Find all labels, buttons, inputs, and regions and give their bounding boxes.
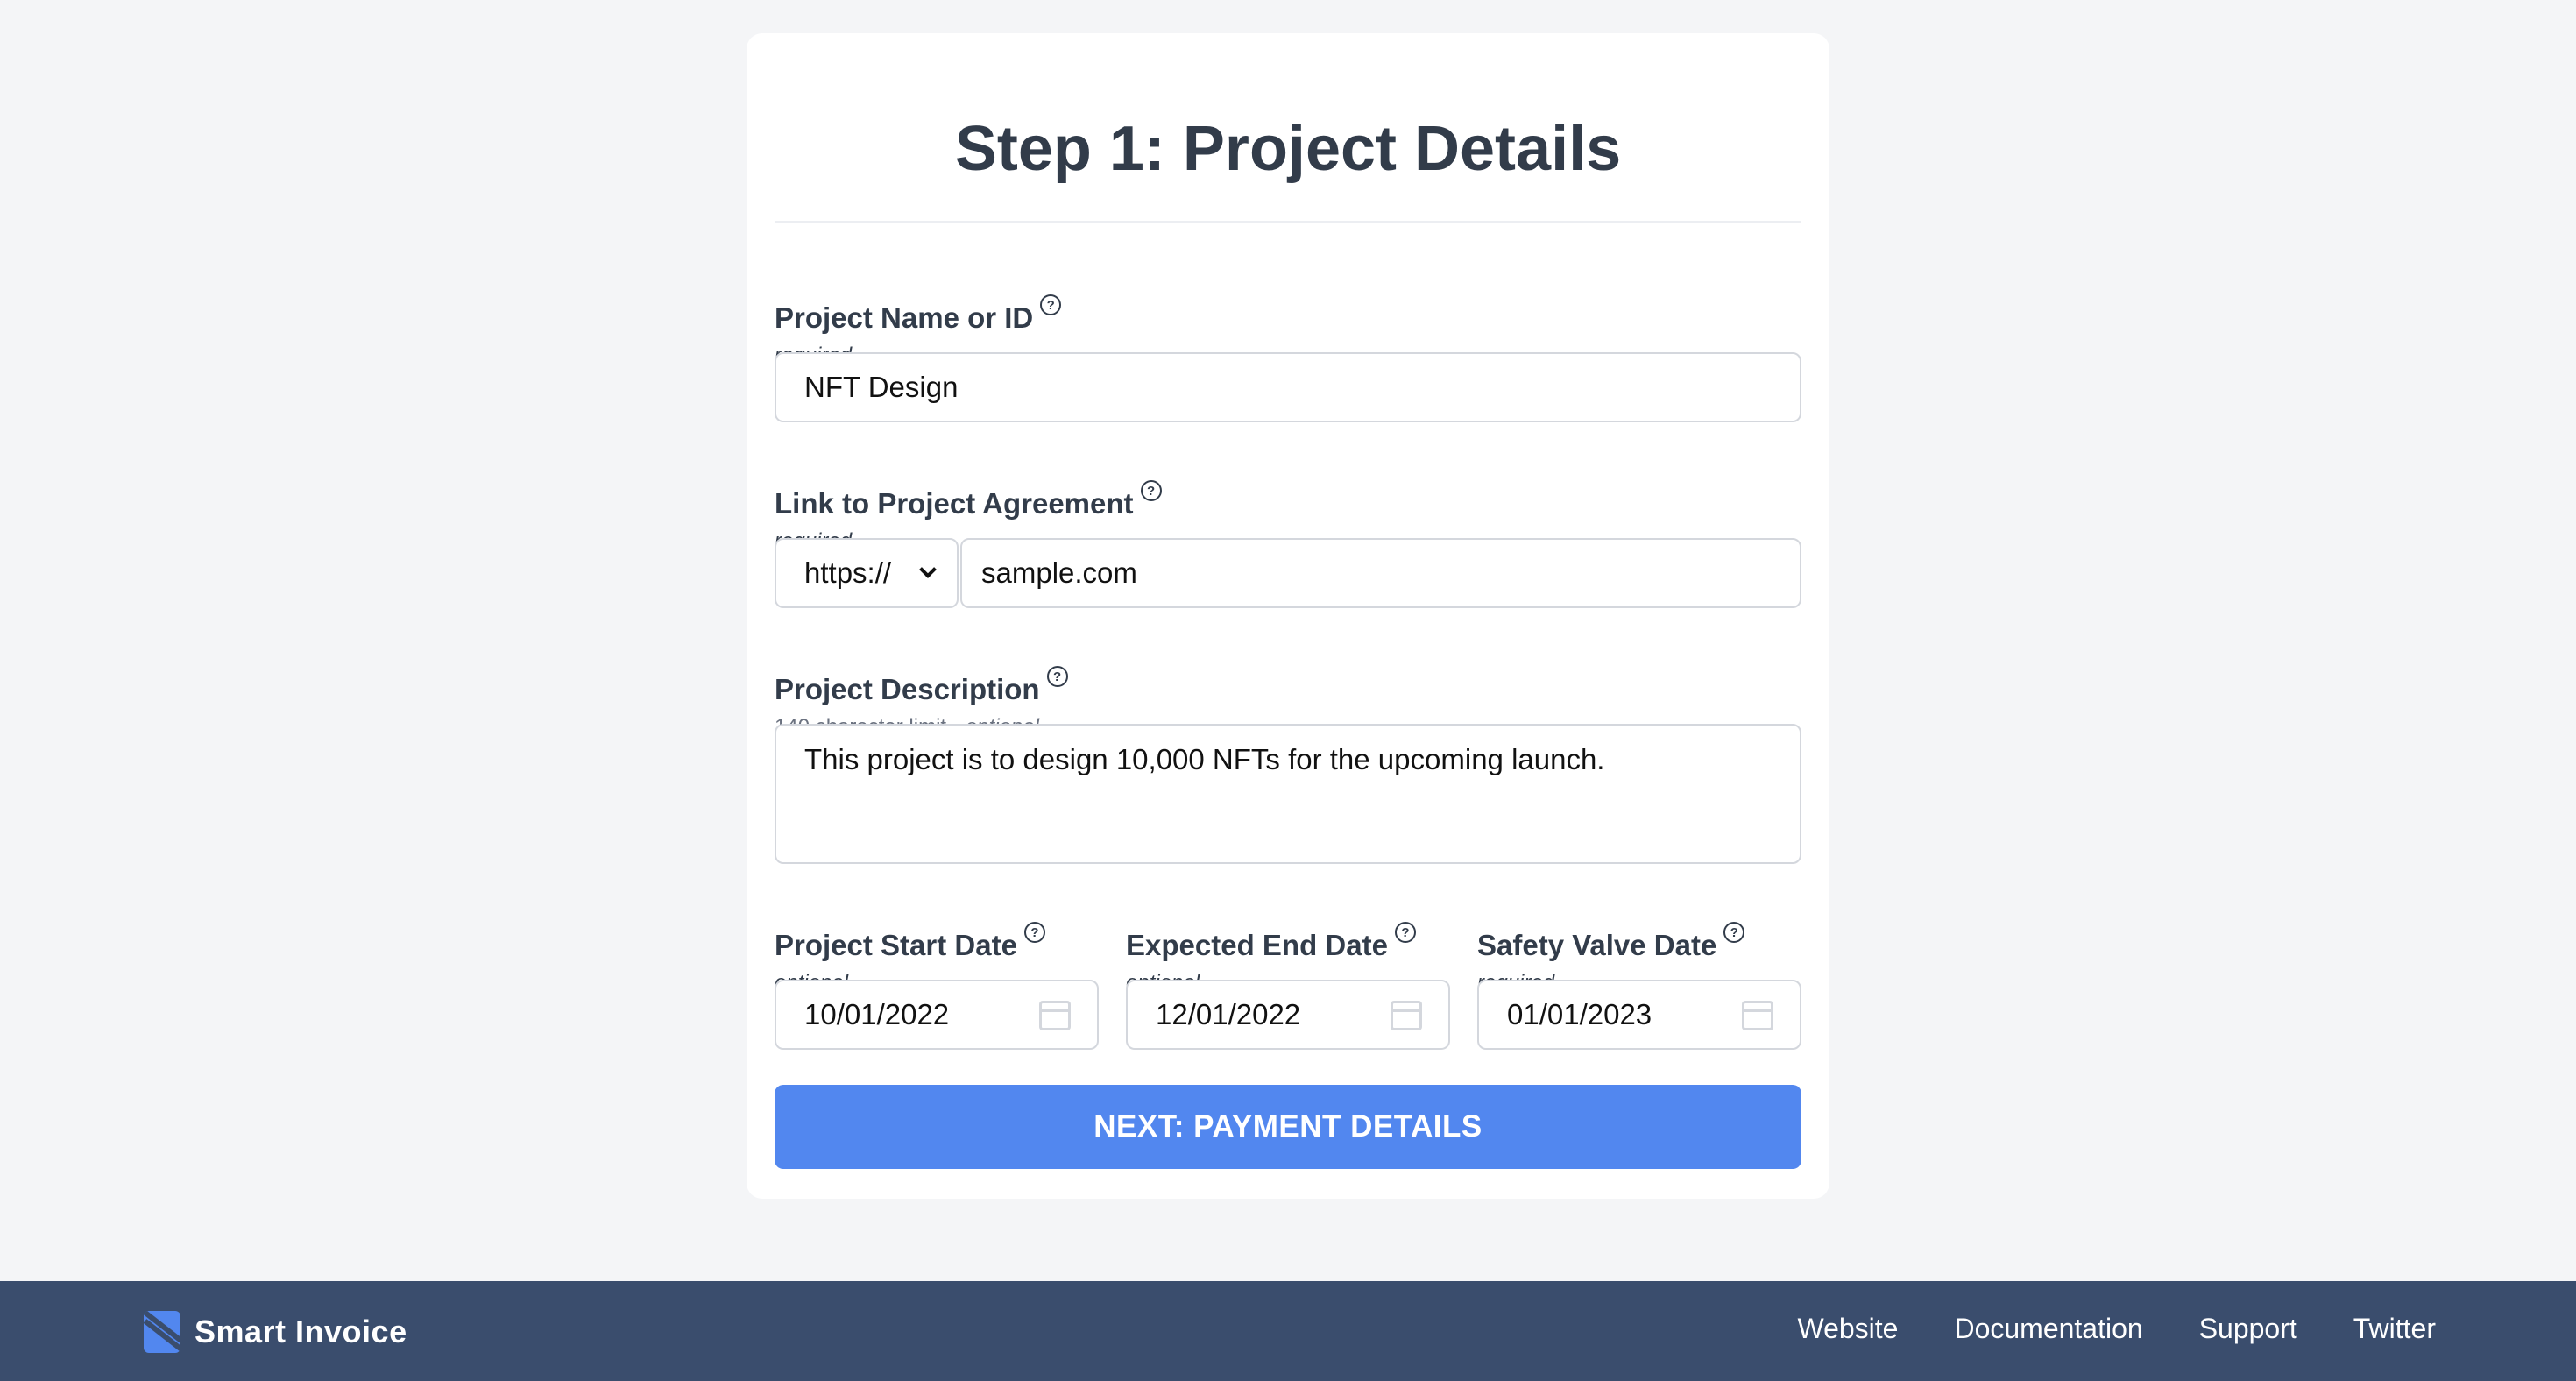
project-name-label-text: Project Name or ID — [775, 301, 1034, 334]
end-date-label-text: Expected End Date — [1126, 929, 1388, 961]
footer-link-documentation[interactable]: Documentation — [1954, 1313, 2142, 1345]
brand-logo[interactable]: Smart Invoice — [144, 1311, 407, 1353]
description-textarea[interactable]: This project is to design 10,000 NFTs fo… — [775, 724, 1801, 864]
start-date-label: Project Start Date ? — [775, 922, 1045, 962]
help-icon[interactable]: ? — [1040, 294, 1062, 315]
description-label: Project Description ? — [775, 666, 1068, 706]
description-value: This project is to design 10,000 NFTs fo… — [804, 743, 1605, 775]
end-date-value: 12/01/2022 — [1156, 998, 1301, 1030]
footer-links: Website Documentation Support Twitter — [1797, 1313, 2436, 1345]
start-date-label-text: Project Start Date — [775, 929, 1017, 961]
calendar-icon[interactable] — [1391, 1001, 1422, 1030]
next-payment-details-button[interactable]: NEXT: PAYMENT DETAILS — [775, 1085, 1801, 1169]
agreement-url-input[interactable]: sample.com — [960, 538, 1801, 608]
footer-link-support[interactable]: Support — [2199, 1313, 2297, 1345]
calendar-icon[interactable] — [1039, 1001, 1071, 1030]
agreement-url-value: sample.com — [981, 556, 1137, 589]
agreement-link-label-text: Link to Project Agreement — [775, 487, 1134, 520]
footer-link-twitter[interactable]: Twitter — [2353, 1313, 2436, 1345]
chevron-down-icon — [919, 561, 937, 578]
start-date-value: 10/01/2022 — [804, 998, 950, 1030]
project-name-label: Project Name or ID ? — [775, 294, 1062, 335]
calendar-icon[interactable] — [1742, 1001, 1773, 1030]
help-icon[interactable]: ? — [1046, 666, 1068, 687]
description-label-text: Project Description — [775, 673, 1040, 705]
project-name-value: NFT Design — [804, 371, 959, 403]
help-icon[interactable]: ? — [1723, 922, 1745, 943]
project-details-card: Step 1: Project Details Project Name or … — [747, 33, 1829, 1199]
brand-name: Smart Invoice — [195, 1314, 407, 1349]
divider — [775, 221, 1801, 223]
start-date-input[interactable]: 10/01/2022 — [775, 980, 1099, 1050]
help-icon[interactable]: ? — [1394, 922, 1416, 943]
safety-date-label-text: Safety Valve Date — [1477, 929, 1717, 961]
safety-date-label: Safety Valve Date ? — [1477, 922, 1745, 962]
smart-invoice-logo-icon — [144, 1311, 180, 1353]
end-date-input[interactable]: 12/01/2022 — [1126, 980, 1450, 1050]
help-icon[interactable]: ? — [1023, 922, 1045, 943]
help-icon[interactable]: ? — [1140, 480, 1162, 501]
safety-date-value: 01/01/2023 — [1507, 998, 1652, 1030]
protocol-select[interactable]: https:// — [775, 538, 959, 608]
end-date-label: Expected End Date ? — [1126, 922, 1416, 962]
agreement-link-label: Link to Project Agreement ? — [775, 480, 1162, 521]
safety-date-input[interactable]: 01/01/2023 — [1477, 980, 1801, 1050]
page-title: Step 1: Project Details — [954, 114, 1622, 184]
footer: Smart Invoice Website Documentation Supp… — [0, 1281, 2576, 1381]
protocol-value: https:// — [804, 556, 892, 589]
project-name-input[interactable]: NFT Design — [775, 352, 1801, 422]
footer-link-website[interactable]: Website — [1797, 1313, 1898, 1345]
